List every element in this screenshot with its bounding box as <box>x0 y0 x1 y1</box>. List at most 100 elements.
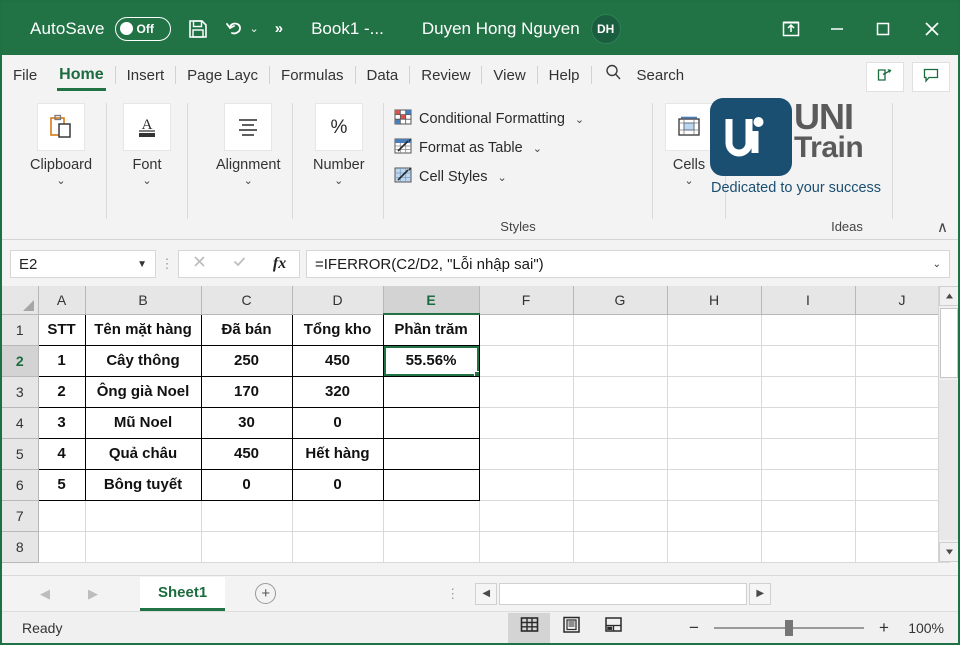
column-header-d[interactable]: D <box>292 286 384 315</box>
clipboard-button[interactable]: Clipboard ⌄ <box>30 103 92 187</box>
cell-g1[interactable] <box>573 314 668 346</box>
cell-f3[interactable] <box>479 376 574 408</box>
column-header-j[interactable]: J <box>855 286 950 315</box>
save-icon[interactable] <box>187 18 209 40</box>
maximize-icon[interactable] <box>860 2 906 55</box>
zoom-slider-thumb[interactable] <box>785 619 793 636</box>
cell-b2[interactable]: Cây thông <box>84 344 202 377</box>
scroll-down-button[interactable] <box>939 542 958 562</box>
cell-i6[interactable] <box>761 469 856 501</box>
chevron-down-icon[interactable]: ⌄ <box>498 171 507 184</box>
cell-j6[interactable] <box>855 469 950 501</box>
cell-a8[interactable] <box>38 531 86 563</box>
previous-sheet-button[interactable]: ◀ <box>40 586 50 602</box>
cell-f2[interactable] <box>479 345 574 377</box>
format-as-table-button[interactable]: Format as Table ⌄ <box>394 137 542 159</box>
cell-a1[interactable]: STT <box>37 313 86 346</box>
cell-styles-button[interactable]: Cell Styles ⌄ <box>394 166 507 188</box>
cell-h3[interactable] <box>667 376 762 408</box>
cell-a3[interactable]: 2 <box>37 375 86 408</box>
cell-b3[interactable]: Ông già Noel <box>84 375 202 408</box>
row-header-3[interactable]: 3 <box>2 376 39 408</box>
cells-button[interactable]: Cells ⌄ <box>665 103 713 187</box>
cell-c1[interactable]: Đã bán <box>200 313 293 346</box>
cell-d7[interactable] <box>292 500 384 532</box>
alignment-button[interactable]: Alignment ⌄ <box>216 103 280 187</box>
row-header-7[interactable]: 7 <box>2 500 39 532</box>
cell-d5[interactable]: Hết hàng <box>291 437 384 470</box>
cell-f6[interactable] <box>479 469 574 501</box>
cell-h7[interactable] <box>667 500 762 532</box>
undo-chevron-down-icon[interactable]: ⌄ <box>250 22 259 35</box>
cell-e6[interactable] <box>382 468 480 501</box>
cell-c3[interactable]: 170 <box>200 375 293 408</box>
cell-i3[interactable] <box>761 376 856 408</box>
cell-d3[interactable]: 320 <box>291 375 384 408</box>
number-chevron-down-icon[interactable]: ⌄ <box>334 174 343 187</box>
zoom-level-label[interactable]: 100% <box>904 620 944 636</box>
cell-f4[interactable] <box>479 407 574 439</box>
expand-formula-bar-chevron-down-icon[interactable]: ⌄ <box>933 259 941 270</box>
select-all-button[interactable] <box>2 286 39 315</box>
row-header-8[interactable]: 8 <box>2 531 39 563</box>
page-layout-view-button[interactable] <box>550 613 592 643</box>
cell-j2[interactable] <box>855 345 950 377</box>
cell-h2[interactable] <box>667 345 762 377</box>
row-header-1[interactable]: 1 <box>2 314 39 346</box>
column-header-i[interactable]: I <box>761 286 856 315</box>
cell-h1[interactable] <box>667 314 762 346</box>
cells-chevron-down-icon[interactable]: ⌄ <box>684 174 693 187</box>
column-header-b[interactable]: B <box>85 286 202 315</box>
tab-help[interactable]: Help <box>538 56 591 94</box>
cell-d1[interactable]: Tổng kho <box>291 313 384 346</box>
row-header-4[interactable]: 4 <box>2 407 39 439</box>
font-chevron-down-icon[interactable]: ⌄ <box>142 174 151 187</box>
page-break-view-button[interactable] <box>592 613 634 643</box>
scroll-up-button[interactable] <box>939 286 958 306</box>
cell-i4[interactable] <box>761 407 856 439</box>
autosave-toggle[interactable]: Off <box>114 16 171 41</box>
font-button[interactable]: A Font ⌄ <box>123 103 171 187</box>
cell-g4[interactable] <box>573 407 668 439</box>
formula-bar-grip[interactable]: ⋮ <box>156 257 178 270</box>
cell-j3[interactable] <box>855 376 950 408</box>
cell-b5[interactable]: Quả châu <box>84 437 202 470</box>
next-sheet-button[interactable]: ▶ <box>88 586 98 602</box>
more-commands-button[interactable]: » <box>275 20 283 37</box>
number-button[interactable]: % Number ⌄ <box>313 103 365 187</box>
cell-e5[interactable] <box>382 437 480 470</box>
row-header-2[interactable]: 2 <box>2 345 39 377</box>
tab-file[interactable]: File <box>2 56 48 94</box>
cell-g6[interactable] <box>573 469 668 501</box>
name-box[interactable]: E2 ▼ <box>10 250 156 278</box>
tab-review[interactable]: Review <box>410 56 481 94</box>
cell-c7[interactable] <box>201 500 293 532</box>
name-box-chevron-down-icon[interactable]: ▼ <box>137 259 147 270</box>
cell-c4[interactable]: 30 <box>200 406 293 439</box>
clipboard-chevron-down-icon[interactable]: ⌄ <box>56 174 65 187</box>
cell-j5[interactable] <box>855 438 950 470</box>
cell-i1[interactable] <box>761 314 856 346</box>
alignment-chevron-down-icon[interactable]: ⌄ <box>244 174 253 187</box>
minimize-icon[interactable] <box>814 2 860 55</box>
cell-g3[interactable] <box>573 376 668 408</box>
cancel-icon[interactable] <box>192 254 207 274</box>
sheet-tab-sheet1[interactable]: Sheet1 <box>140 576 226 611</box>
vertical-scroll-track[interactable] <box>939 380 958 540</box>
add-sheet-button[interactable]: + <box>255 583 277 604</box>
scroll-left-button[interactable]: ◀ <box>475 582 498 605</box>
cell-e4[interactable] <box>382 406 480 439</box>
cell-a5[interactable]: 4 <box>37 437 86 470</box>
avatar[interactable]: DH <box>590 13 621 44</box>
search-box[interactable]: Search <box>604 63 684 87</box>
column-header-a[interactable]: A <box>38 286 86 315</box>
cell-i8[interactable] <box>761 531 856 563</box>
cell-d6[interactable]: 0 <box>291 468 384 501</box>
chevron-down-icon[interactable]: ⌄ <box>533 142 542 155</box>
cell-b7[interactable] <box>85 500 202 532</box>
tab-home[interactable]: Home <box>48 56 114 94</box>
cell-a6[interactable]: 5 <box>37 468 86 501</box>
column-header-e[interactable]: E <box>383 286 480 315</box>
share-button[interactable] <box>866 62 904 92</box>
vertical-scroll-thumb[interactable] <box>940 308 958 378</box>
